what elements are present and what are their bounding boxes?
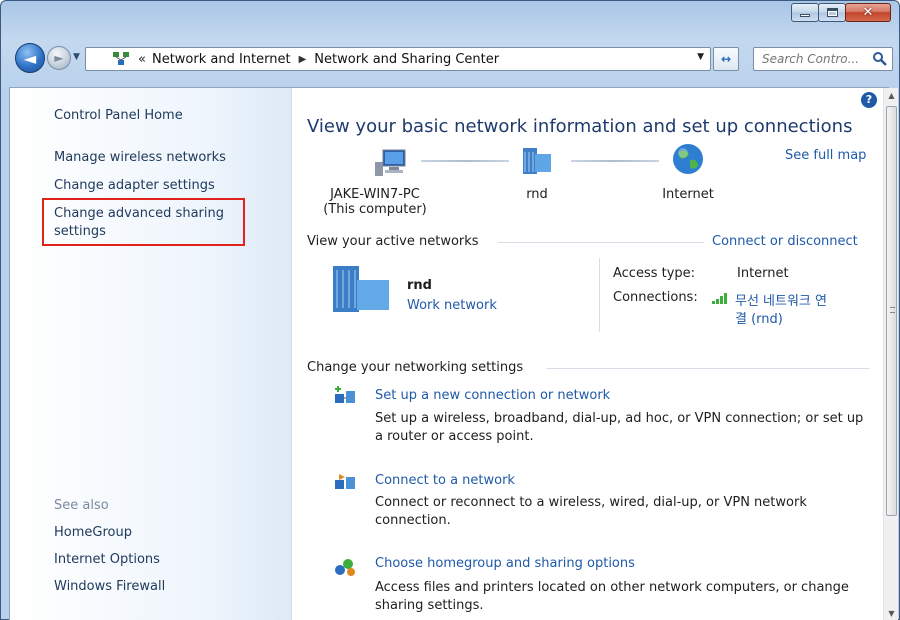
connection-link[interactable]: 무선 네트워크 연 bbox=[735, 290, 827, 309]
new-connection-icon bbox=[335, 386, 355, 403]
active-network-name: rnd bbox=[407, 278, 432, 293]
task-homegroup-link[interactable]: Choose homegroup and sharing options bbox=[375, 556, 635, 571]
minimize-icon bbox=[800, 14, 810, 17]
map-node-network: rnd bbox=[526, 187, 548, 202]
breadcrumb-network-and-internet[interactable]: Network and Internet bbox=[152, 52, 291, 67]
forward-arrow-icon: ► bbox=[54, 51, 64, 65]
sidebar-item-manage-wireless-networks[interactable]: Manage wireless networks bbox=[54, 150, 226, 165]
connection-link-line2[interactable]: 결 (rnd) bbox=[735, 308, 783, 327]
map-node-internet: Internet bbox=[662, 187, 714, 202]
settings-heading: Change your networking settings bbox=[307, 360, 524, 375]
active-networks-heading: View your active networks bbox=[307, 234, 479, 249]
access-type-value: Internet bbox=[737, 266, 789, 281]
title-bar: ✕ bbox=[1, 1, 899, 37]
refresh-button[interactable]: ↔ bbox=[713, 47, 739, 71]
network-folder-icon bbox=[112, 51, 130, 67]
map-connector-line bbox=[421, 160, 509, 162]
maximize-icon bbox=[826, 8, 838, 17]
map-node-computer: JAKE-WIN7-PC (This computer) bbox=[313, 187, 437, 217]
internet-globe-icon bbox=[673, 144, 703, 174]
search-box[interactable] bbox=[753, 47, 893, 71]
signal-strength-icon bbox=[712, 293, 727, 304]
close-icon: ✕ bbox=[862, 5, 874, 20]
search-input[interactable] bbox=[762, 52, 870, 66]
history-dropdown-icon[interactable]: ▼ bbox=[73, 52, 80, 62]
highlight-box bbox=[42, 198, 245, 246]
scroll-up-icon[interactable]: ▲ bbox=[884, 88, 899, 104]
caption-buttons: ✕ bbox=[791, 3, 891, 22]
connect-or-disconnect-link[interactable]: Connect or disconnect bbox=[712, 234, 858, 249]
address-bar[interactable]: « Network and Internet ▶ Network and Sha… bbox=[85, 47, 711, 71]
navigation-bar: ◄ ► ▼ « Network and Internet ▶ Network a… bbox=[1, 37, 899, 89]
help-icon[interactable]: ? bbox=[861, 92, 877, 108]
vertical-scrollbar[interactable]: ▲ ▼ bbox=[883, 88, 898, 620]
sidebar-item-internet-options[interactable]: Internet Options bbox=[54, 552, 160, 567]
sidebar: Control Panel Home Manage wireless netwo… bbox=[10, 88, 292, 620]
access-type-label: Access type: bbox=[613, 266, 696, 281]
close-button[interactable]: ✕ bbox=[845, 3, 891, 22]
back-button[interactable]: ◄ bbox=[15, 43, 45, 73]
section-divider bbox=[498, 242, 704, 243]
window-frame: ✕ ◄ ► ▼ « Network and Internet ▶ Network… bbox=[0, 0, 900, 620]
scrollbar-thumb[interactable] bbox=[886, 106, 897, 516]
search-icon[interactable] bbox=[872, 51, 888, 67]
task-homegroup-desc: Access files and printers located on oth… bbox=[375, 580, 849, 613]
maximize-button[interactable] bbox=[818, 3, 846, 22]
computer-sub: (This computer) bbox=[323, 202, 427, 217]
main-panel: ? View your basic network information an… bbox=[293, 88, 883, 620]
sidebar-item-control-panel-home[interactable]: Control Panel Home bbox=[54, 108, 183, 123]
sidebar-item-windows-firewall[interactable]: Windows Firewall bbox=[54, 579, 165, 594]
breadcrumb-overflow-icon[interactable]: « bbox=[138, 52, 146, 67]
work-network-link[interactable]: Work network bbox=[407, 298, 497, 313]
address-dropdown-icon[interactable]: ▼ bbox=[697, 52, 704, 62]
task-connect-network-desc: Connect or reconnect to a wireless, wire… bbox=[375, 495, 807, 528]
active-network-icon bbox=[333, 266, 389, 312]
section-divider bbox=[547, 368, 869, 369]
task-connect-network-link[interactable]: Connect to a network bbox=[375, 473, 515, 488]
refresh-icon: ↔ bbox=[720, 52, 732, 66]
see-full-map-link[interactable]: See full map bbox=[785, 148, 866, 163]
computer-icon bbox=[375, 149, 406, 176]
network-panel-divider bbox=[599, 258, 600, 332]
back-arrow-icon: ◄ bbox=[23, 48, 37, 68]
computer-name: JAKE-WIN7-PC bbox=[330, 187, 420, 202]
sidebar-item-change-adapter-settings[interactable]: Change adapter settings bbox=[54, 178, 215, 193]
page-title: View your basic network information and … bbox=[307, 116, 853, 137]
task-setup-connection-desc: Set up a wireless, broadband, dial-up, a… bbox=[375, 411, 864, 444]
breadcrumb-network-and-sharing-center[interactable]: Network and Sharing Center bbox=[314, 52, 499, 67]
homegroup-icon bbox=[335, 559, 355, 576]
connect-network-icon bbox=[335, 474, 355, 489]
scrollbar-grip-icon bbox=[890, 307, 895, 313]
connections-label: Connections: bbox=[613, 290, 698, 305]
breadcrumb-separator-icon[interactable]: ▶ bbox=[299, 54, 307, 65]
sidebar-item-homegroup[interactable]: HomeGroup bbox=[54, 525, 132, 540]
content-area: Control Panel Home Manage wireless netwo… bbox=[9, 87, 898, 620]
scroll-down-icon[interactable]: ▼ bbox=[884, 606, 899, 620]
see-also-heading: See also bbox=[54, 498, 109, 513]
task-setup-connection-link[interactable]: Set up a new connection or network bbox=[375, 388, 610, 403]
minimize-button[interactable] bbox=[791, 3, 819, 22]
network-icon bbox=[523, 148, 551, 174]
map-connector-line bbox=[571, 160, 659, 162]
forward-button[interactable]: ► bbox=[47, 46, 71, 70]
